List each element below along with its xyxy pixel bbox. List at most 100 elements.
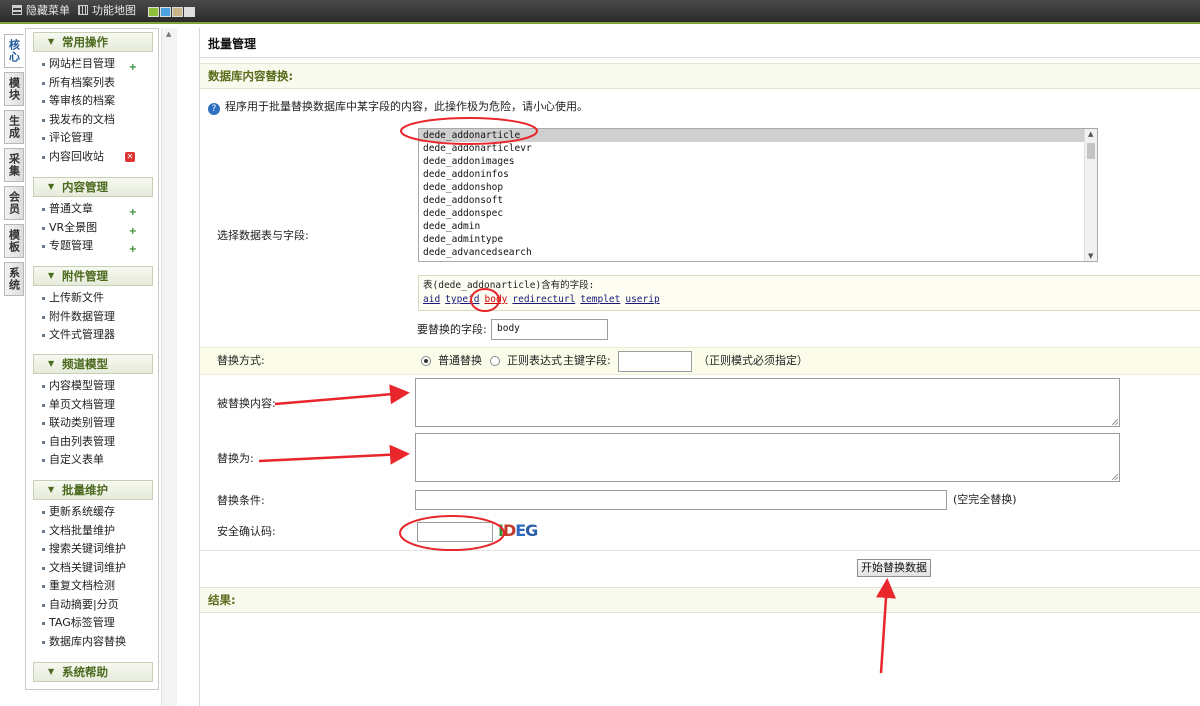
- sidebar-item-linked-types[interactable]: 联动类别管理: [33, 414, 153, 433]
- tab-members[interactable]: 会员: [4, 186, 24, 220]
- scroll-down-arrow-icon[interactable]: ▼: [1088, 252, 1093, 260]
- list-item[interactable]: dede_addonarticlevr: [419, 142, 1097, 155]
- sidebar-item-auto-summary[interactable]: 自动摘要|分页: [33, 596, 153, 615]
- menu-group-header[interactable]: ▼ 批量维护: [33, 480, 153, 500]
- bullet-icon: [42, 603, 45, 607]
- sidebar-item-topics[interactable]: 专题管理 +: [33, 237, 153, 256]
- sidebar-item-upload[interactable]: 上传新文件: [33, 289, 153, 308]
- sidebar-item-pending-archives[interactable]: 等审核的档案: [33, 92, 153, 111]
- mode-normal-radio[interactable]: [421, 356, 431, 366]
- replace-field-label: 要替换的字段:: [417, 323, 487, 336]
- menu-group-batch: ▼ 批量维护 更新系统缓存 文档批量维护 搜索关键词维护 文档关键词维护 重复文档…: [33, 480, 153, 651]
- replace-with-textarea[interactable]: [415, 433, 1120, 482]
- list-item[interactable]: dede_advancedsearch: [419, 246, 1097, 259]
- scroll-up-arrow-icon[interactable]: ▲: [166, 30, 171, 38]
- bullet-icon: [42, 63, 45, 66]
- table-fields-box: 表(dede_addonarticle)含有的字段: aid typeid body…: [418, 275, 1200, 311]
- menu-group-header[interactable]: ▼ 频道模型: [33, 354, 153, 374]
- skin-blue-swatch[interactable]: [160, 7, 171, 17]
- field-link[interactable]: templet: [580, 294, 620, 305]
- skin-gray-swatch[interactable]: [184, 7, 195, 17]
- list-item[interactable]: dede_admintype: [419, 233, 1097, 246]
- tab-core[interactable]: 核心: [4, 34, 24, 68]
- sidebar-item-tag-manage[interactable]: TAG标签管理: [33, 614, 153, 633]
- tab-system[interactable]: 系统: [4, 262, 24, 296]
- skin-tan-swatch[interactable]: [172, 7, 183, 17]
- sidebar-scrollbar[interactable]: ▲: [161, 28, 177, 706]
- field-link[interactable]: redirecturl: [512, 294, 575, 305]
- menu-group-header[interactable]: ▼ 内容管理: [33, 177, 153, 197]
- sidebar-item-articles[interactable]: 普通文章 +: [33, 200, 153, 219]
- menu-group-header[interactable]: ▼ 系统帮助: [33, 662, 153, 682]
- captcha-image[interactable]: IDEG: [498, 520, 556, 542]
- scroll-up-arrow-icon[interactable]: ▲: [1088, 130, 1093, 138]
- table-select-list[interactable]: dede_addonarticle dede_addonarticlevr de…: [418, 128, 1098, 262]
- resize-grip-icon[interactable]: [1112, 419, 1118, 425]
- start-replace-button[interactable]: 开始替换数据: [857, 559, 931, 577]
- sidebar-item-single-pages[interactable]: 单页文档管理: [33, 396, 153, 415]
- sidebar-item-duplicate-check[interactable]: 重复文档检测: [33, 577, 153, 596]
- collapse-arrow-icon: ▼: [48, 485, 55, 494]
- collapse-arrow-icon: ▼: [48, 37, 55, 46]
- page-title: 批量管理: [200, 30, 1200, 58]
- collapse-arrow-icon: ▼: [48, 182, 55, 191]
- replace-field-input[interactable]: body: [491, 319, 608, 340]
- sidebar-item-category-manage[interactable]: 网站栏目管理 +: [33, 55, 153, 74]
- primary-key-hint: （正则模式必须指定）: [698, 354, 808, 367]
- menu-group-header[interactable]: ▼ 附件管理: [33, 266, 153, 286]
- site-map-button[interactable]: 功能地图: [78, 4, 136, 18]
- sidebar-item-recycle-bin[interactable]: 内容回收站 ✕: [33, 148, 153, 167]
- tab-templates[interactable]: 模板: [4, 224, 24, 258]
- scroll-thumb[interactable]: [1087, 143, 1095, 159]
- sidebar-item-my-docs[interactable]: 我发布的文档: [33, 111, 153, 130]
- list-scrollbar[interactable]: ▲ ▼: [1084, 129, 1097, 261]
- field-link[interactable]: userip: [625, 294, 659, 305]
- menu-group-channel-models: ▼ 频道模型 内容模型管理 单页文档管理 联动类别管理 自由列表管理 自定义表单: [33, 354, 153, 470]
- collapse-arrow-icon: ▼: [48, 359, 55, 368]
- sidebar-item-doc-batch[interactable]: 文档批量维护: [33, 522, 153, 541]
- captcha-input[interactable]: [417, 522, 493, 542]
- list-item[interactable]: dede_addonsoft: [419, 194, 1097, 207]
- sidebar-item-custom-forms[interactable]: 自定义表单: [33, 451, 153, 470]
- list-item[interactable]: dede_addonspec: [419, 207, 1097, 220]
- sidebar-item-content-models[interactable]: 内容模型管理: [33, 377, 153, 396]
- primary-key-input[interactable]: [618, 351, 692, 372]
- clear-icon[interactable]: ✕: [125, 151, 135, 162]
- grid-icon: [78, 5, 88, 15]
- menu-group-header[interactable]: ▼ 常用操作: [33, 32, 153, 52]
- tab-generate[interactable]: 生成: [4, 110, 24, 144]
- list-item[interactable]: dede_admin: [419, 220, 1097, 233]
- skin-green-swatch[interactable]: [148, 7, 159, 17]
- bullet-icon: [42, 385, 45, 388]
- sidebar-item-comments[interactable]: 评论管理: [33, 129, 153, 148]
- tab-collect[interactable]: 采集: [4, 148, 24, 182]
- list-item[interactable]: dede_addonimages: [419, 155, 1097, 168]
- sidebar-item-update-cache[interactable]: 更新系统缓存: [33, 503, 153, 522]
- sidebar-item-free-lists[interactable]: 自由列表管理: [33, 433, 153, 452]
- select-table-label: 选择数据表与字段:: [217, 229, 309, 242]
- list-item[interactable]: dede_addoninfos: [419, 168, 1097, 181]
- condition-input[interactable]: [415, 490, 947, 510]
- field-link[interactable]: aid: [423, 294, 440, 305]
- field-links: aid typeid body redirecturl templet userip: [423, 293, 1196, 307]
- mode-regex-radio[interactable]: [490, 356, 500, 366]
- bullet-icon: [42, 155, 45, 159]
- sidebar-item-vr[interactable]: VR全景图 +: [33, 219, 153, 238]
- list-item[interactable]: dede_addonarticle: [419, 129, 1097, 142]
- list-item[interactable]: dede_addonshop: [419, 181, 1097, 194]
- bullet-icon: [42, 315, 45, 319]
- tab-modules[interactable]: 模块: [4, 72, 24, 106]
- sidebar-item-search-keywords[interactable]: 搜索关键词维护: [33, 540, 153, 559]
- sidebar-item-file-manager[interactable]: 文件式管理器: [33, 326, 153, 345]
- add-icon[interactable]: +: [129, 241, 137, 260]
- field-link[interactable]: typeid: [445, 294, 479, 305]
- sidebar-item-attach-data[interactable]: 附件数据管理: [33, 308, 153, 327]
- field-link-highlighted[interactable]: body: [485, 294, 508, 305]
- sidebar-item-db-replace[interactable]: 数据库内容替换: [33, 633, 153, 652]
- resize-grip-icon[interactable]: [1112, 474, 1118, 480]
- sidebar-item-doc-keywords[interactable]: 文档关键词维护: [33, 559, 153, 578]
- sidebar-item-all-archives[interactable]: 所有档案列表: [33, 74, 153, 93]
- hide-menu-button[interactable]: 隐藏菜单: [12, 4, 70, 18]
- find-content-textarea[interactable]: [415, 378, 1120, 427]
- condition-label: 替换条件:: [217, 494, 265, 507]
